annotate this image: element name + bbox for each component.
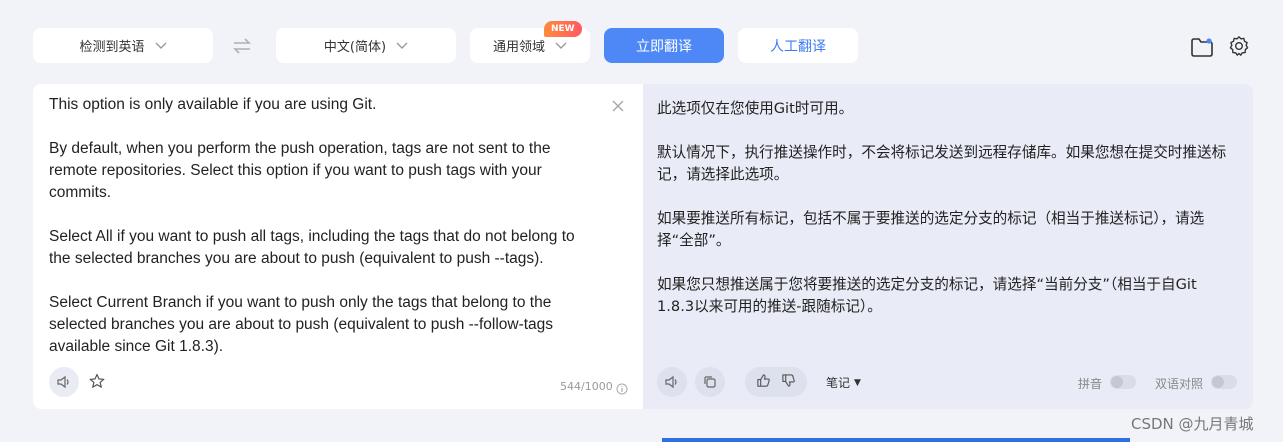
caret-down-icon: ▼ bbox=[854, 377, 861, 388]
translation-text: 此选项仅在您使用Git时可用。 默认情况下，执行推送操作时，不会将标记发送到远程… bbox=[657, 98, 1237, 340]
translation-paragraph: 如果您只想推送属于您将要推送的选定分支的标记，请选择“当前分支”（相当于自Git… bbox=[657, 276, 1197, 315]
new-badge: NEW bbox=[544, 21, 582, 37]
translate-button[interactable]: 立即翻译 bbox=[604, 28, 724, 63]
toolbar: 检测到英语 中文(简体) 通用领域 NEW 立即翻译 人工翻译 bbox=[0, 0, 1283, 84]
source-language-select[interactable]: 检测到英语 bbox=[33, 28, 213, 63]
pinyin-label: 拼音 bbox=[1078, 377, 1103, 391]
chevron-down-icon bbox=[555, 40, 567, 52]
source-panel[interactable]: This option is only available if you are… bbox=[33, 84, 643, 409]
feedback-group bbox=[745, 367, 807, 397]
folder-icon[interactable] bbox=[1190, 36, 1214, 58]
chevron-down-icon bbox=[155, 40, 167, 52]
close-icon[interactable] bbox=[611, 98, 625, 112]
target-language-select[interactable]: 中文(简体) bbox=[276, 28, 456, 63]
bilingual-toggle[interactable] bbox=[1211, 375, 1237, 389]
target-language-label: 中文(简体) bbox=[323, 40, 387, 55]
toggle-knob bbox=[1111, 376, 1123, 388]
thumbs-up-icon[interactable] bbox=[756, 373, 771, 392]
thumbs-down-icon[interactable] bbox=[781, 373, 796, 392]
source-paragraph: Select Current Branch if you want to pus… bbox=[49, 294, 554, 355]
bilingual-label: 双语对照 bbox=[1155, 377, 1204, 391]
translation-paragraph: 如果要推送所有标记，包括不属于要推送的选定分支的标记（相当于推送标记），请选择“… bbox=[657, 210, 1205, 249]
domain-label: 通用领域 bbox=[492, 40, 545, 55]
copy-icon[interactable] bbox=[695, 367, 725, 397]
info-icon[interactable] bbox=[616, 380, 628, 395]
notes-dropdown[interactable]: 笔记 ▼ bbox=[826, 374, 861, 391]
source-text[interactable]: This option is only available if you are… bbox=[49, 94, 589, 358]
toggle-knob bbox=[1212, 376, 1224, 388]
chevron-down-icon bbox=[396, 40, 408, 52]
speaker-icon[interactable] bbox=[49, 367, 79, 397]
source-paragraph: This option is only available if you are… bbox=[49, 96, 377, 113]
character-count: 544/1000 bbox=[560, 380, 613, 393]
translation-paragraph: 默认情况下，执行推送操作时，不会将标记发送到远程存储库。如果您想在提交时推送标记… bbox=[657, 144, 1227, 183]
speaker-icon[interactable] bbox=[657, 367, 687, 397]
swap-icon[interactable] bbox=[230, 36, 254, 56]
star-icon[interactable] bbox=[89, 373, 107, 391]
translation-paragraph: 此选项仅在您使用Git时可用。 bbox=[657, 100, 854, 117]
source-language-label: 检测到英语 bbox=[79, 40, 145, 55]
bottom-accent-bar bbox=[662, 438, 1130, 442]
notes-label: 笔记 bbox=[826, 376, 851, 390]
pinyin-toggle[interactable] bbox=[1110, 375, 1136, 389]
gear-icon[interactable] bbox=[1228, 35, 1250, 57]
human-translate-button[interactable]: 人工翻译 bbox=[738, 28, 858, 63]
source-paragraph: By default, when you perform the push op… bbox=[49, 140, 551, 201]
source-paragraph: Select All if you want to push all tags,… bbox=[49, 228, 575, 267]
result-panel: 此选项仅在您使用Git时可用。 默认情况下，执行推送操作时，不会将标记发送到远程… bbox=[643, 84, 1253, 409]
csdn-watermark: CSDN @九月青城 bbox=[1131, 415, 1254, 433]
